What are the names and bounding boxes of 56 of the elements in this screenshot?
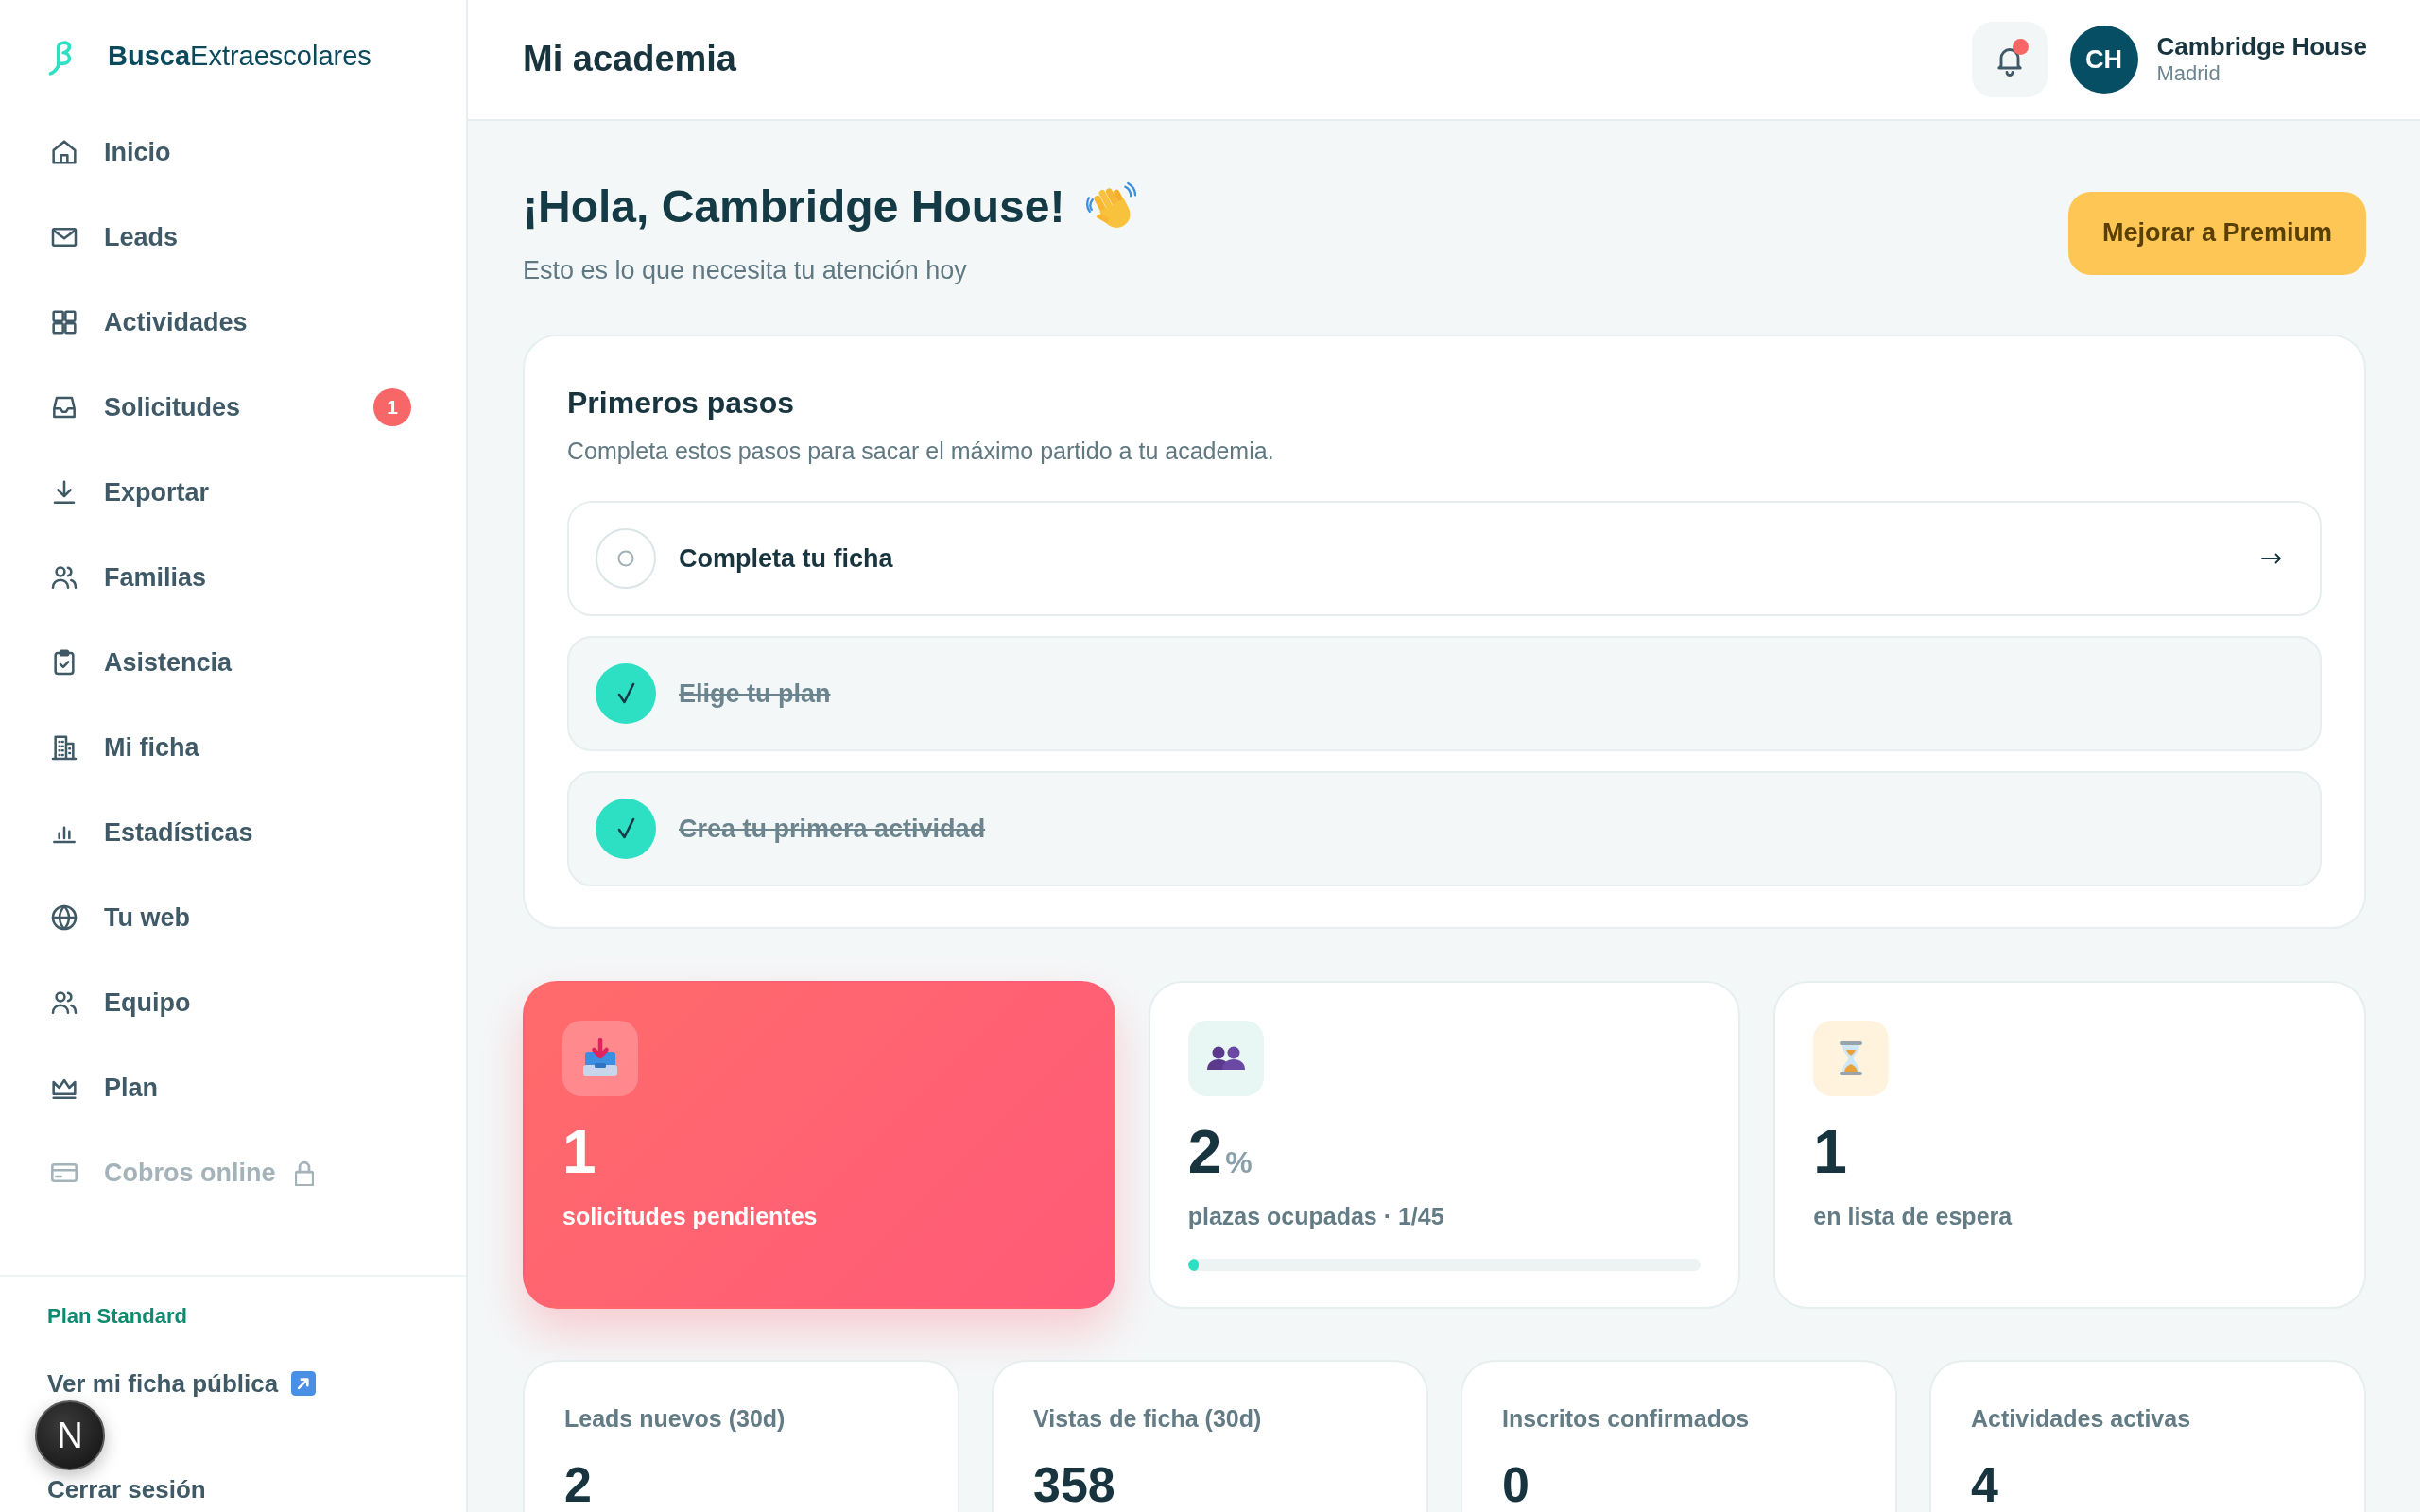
logout-link[interactable]: Cerrar sesión [47, 1474, 206, 1504]
external-link-icon [291, 1371, 317, 1396]
inbox-tray-icon [562, 1021, 638, 1096]
nav-item[interactable]: Exportar [34, 458, 426, 526]
upgrade-button[interactable]: Mejorar a Premium [2067, 191, 2366, 275]
nav-item[interactable]: Inicio [34, 118, 426, 186]
nav-item[interactable]: Equipo [34, 969, 426, 1037]
nav-item[interactable]: Actividades [34, 288, 426, 356]
metric-value: 2 [564, 1460, 593, 1509]
stat-label: en lista de espera [1813, 1202, 2014, 1232]
stat-unit: % [1225, 1144, 1253, 1181]
greeting-subtitle: Esto es lo que necesita tu atención hoy [523, 254, 968, 286]
nav-item[interactable]: Tu web [34, 884, 426, 952]
step-label: Elige tu plan [679, 678, 831, 710]
step-label: Completa tu ficha [679, 542, 893, 575]
globe-icon [49, 902, 79, 933]
step-label: Crea tu primera actividad [679, 813, 986, 845]
nav-item[interactable]: Solicitudes 1 [34, 373, 426, 441]
card-subtitle: Completa estos pasos para sacar el máximo partido a tu academia. [567, 436, 1275, 466]
metric-label: Leads nuevos (30d) [564, 1404, 786, 1433]
card-title: Primeros pasos [567, 385, 796, 421]
greeting-title: ¡Hola, Cambridge House! [523, 180, 1065, 233]
grid-icon [49, 307, 79, 337]
user-name: Cambridge House [2156, 33, 2367, 62]
nav-item[interactable]: Asistencia [34, 628, 426, 696]
people-icon [1187, 1021, 1264, 1096]
nav-item[interactable]: Familias [34, 543, 426, 611]
nav-item[interactable]: Plan [34, 1054, 426, 1122]
stat-value: 1 [1813, 1119, 1847, 1186]
logo-text: BuscaExtraescolares [108, 40, 372, 74]
stat-value: 1 [562, 1119, 596, 1186]
hourglass-icon [1813, 1021, 1890, 1096]
metric-value: 4 [1971, 1460, 1999, 1509]
user-avatar: CH [2069, 26, 2138, 94]
metric-label: Actividades activas [1971, 1404, 2192, 1433]
checklist-row[interactable]: Completa tu ficha [567, 501, 2322, 616]
stat-value: 2 [1187, 1119, 1222, 1186]
building-icon [49, 732, 79, 763]
metric-value: 0 [1502, 1460, 1530, 1509]
count-badge: 1 [373, 388, 411, 426]
stat-label: solicitudes pendientes [562, 1202, 819, 1232]
home-icon [49, 137, 79, 167]
nav-item[interactable]: Mi ficha [34, 713, 426, 782]
stat-label: plazas ocupadas · 1/45 [1187, 1202, 1445, 1232]
lock-icon [294, 1160, 314, 1186]
public-profile-link[interactable]: Ver mi ficha pública [47, 1368, 317, 1399]
page-title: Mi academia [523, 38, 736, 81]
metric-label: Vistas de ficha (30d) [1033, 1404, 1263, 1433]
user-city: Madrid [2156, 61, 2221, 86]
metric-value: 358 [1033, 1460, 1116, 1509]
plan-label: Plan Standard [47, 1304, 187, 1329]
nav-item[interactable]: Estadísticas [34, 799, 426, 867]
notifications-button[interactable] [1971, 22, 2048, 97]
metric-label: Inscritos confirmados [1502, 1404, 1751, 1433]
arrow-right-icon [2261, 553, 2282, 564]
nav-item[interactable]: Leads [34, 203, 426, 271]
